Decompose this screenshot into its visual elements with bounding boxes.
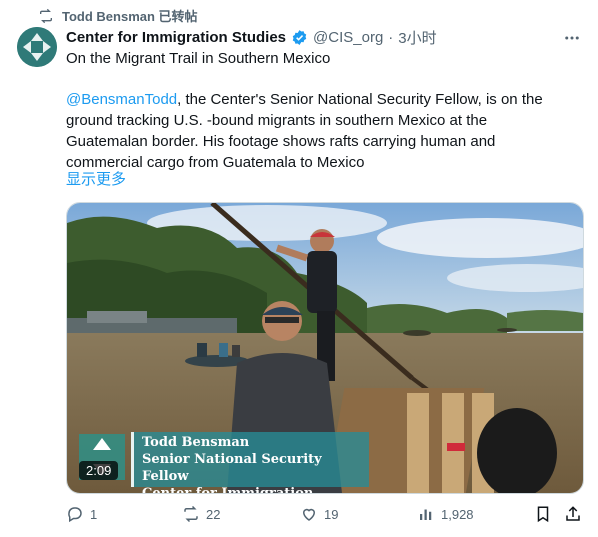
lower-third-caption: Todd Bensman Senior National Security Fe… [131,432,369,493]
video-duration: 2:09 [79,461,119,480]
retweet-icon [184,505,198,523]
tweet-title: On the Migrant Trail in Southern Mexico [66,50,331,67]
caption-role: Senior National Security Fellow [142,452,322,484]
avatar[interactable] [17,27,57,67]
reply-count: 1 [90,506,98,522]
reply-button[interactable]: 1 [66,505,97,523]
bookmark-icon [537,506,549,523]
tweet-body: @BensmanTodd, the Center's Senior Nation… [66,89,571,173]
bookmark-button[interactable] [534,505,552,523]
view-count: 1,928 [441,506,474,522]
views-icon [420,509,432,520]
caption-org: Center for Immigration Studies [142,486,314,494]
mention-link[interactable]: @BensmanTodd [66,91,177,108]
verified-icon [292,29,307,45]
repost-icon [40,8,52,23]
repost-indicator[interactable]: Todd Bensman 已转帖 [38,6,198,25]
like-button[interactable]: 19 [300,505,338,523]
tweet-header: Center for Immigration Studies @CIS_org … [66,27,437,47]
share-icon [566,506,580,521]
show-more-link[interactable]: 显示更多 [66,168,126,189]
author-name[interactable]: Center for Immigration Studies [66,29,286,46]
action-bar: 1 22 19 1,928 [66,505,586,527]
more-icon[interactable] [562,28,582,48]
like-count: 19 [324,506,339,522]
video-player[interactable]: Todd Bensman Senior National Security Fe… [66,202,584,494]
views-button[interactable]: 1,928 [417,505,474,523]
repost-button[interactable]: 22 [182,505,220,523]
timestamp[interactable]: 3小时 [398,27,436,48]
repost-label: Todd Bensman 已转帖 [62,9,198,24]
repost-count: 22 [206,506,221,522]
author-handle[interactable]: @CIS_org [313,29,383,46]
caption-name: Todd Bensman [142,435,250,450]
share-button[interactable] [564,505,582,523]
like-icon [302,508,316,521]
reply-icon [68,507,82,523]
separator-dot: · [388,28,394,46]
